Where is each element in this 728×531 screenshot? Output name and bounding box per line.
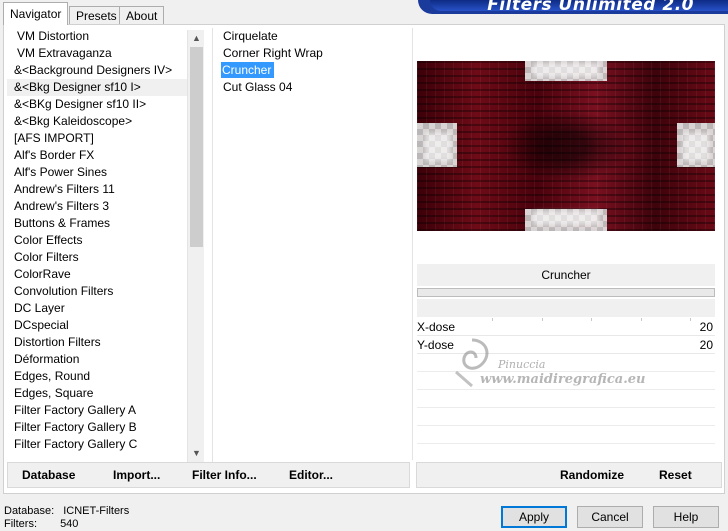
selected-filter-name: Cruncher: [417, 264, 715, 286]
right-toolbar: Randomize Reset: [416, 462, 722, 488]
status-database-label: Database:: [4, 505, 55, 517]
title-banner: Filters Unlimited 2.0: [418, 0, 728, 14]
progress-bar: [417, 288, 715, 297]
category-item[interactable]: &<Bkg Kaleidoscope>: [7, 113, 187, 130]
randomize-button[interactable]: Randomize: [560, 468, 624, 482]
param-value[interactable]: 20: [700, 318, 713, 336]
tab-strip: Navigator Presets About: [0, 0, 170, 25]
category-item[interactable]: ColorRave: [7, 266, 187, 283]
category-item[interactable]: &<Background Designers IV>: [7, 62, 187, 79]
category-item[interactable]: Filter Factory Gallery C: [7, 436, 187, 453]
watermark: Pinuccia www.maidiregrafica.eu: [442, 332, 672, 392]
category-item[interactable]: [AFS IMPORT]: [7, 130, 187, 147]
slider-ticks: [492, 318, 691, 322]
status-filters-value: 540: [60, 518, 79, 530]
preview-highlight: [533, 211, 599, 225]
filter-item-label: Cruncher: [221, 62, 275, 78]
filter-item-label: Cut Glass 04: [223, 80, 293, 94]
reset-button[interactable]: Reset: [659, 468, 692, 482]
filter-item-label: Corner Right Wrap: [223, 46, 323, 60]
tab-presets[interactable]: Presets: [69, 6, 124, 24]
category-item[interactable]: Alf's Power Sines: [7, 164, 187, 181]
tab-about[interactable]: About: [119, 6, 165, 24]
param-value[interactable]: 20: [700, 336, 713, 354]
category-item[interactable]: Edges, Round: [7, 368, 187, 385]
status-filters-label: Filters:: [4, 518, 37, 530]
category-item[interactable]: Déformation: [7, 351, 187, 368]
preview-highlight: [683, 133, 709, 161]
param-row-empty: [417, 408, 715, 426]
category-item[interactable]: Color Filters: [7, 249, 187, 266]
preview-image: [417, 61, 715, 231]
editor-button[interactable]: Editor...: [289, 468, 333, 482]
apply-button[interactable]: Apply: [501, 506, 567, 528]
cancel-button[interactable]: Cancel: [577, 506, 643, 528]
param-header: [417, 299, 715, 317]
category-item[interactable]: DC Layer: [7, 300, 187, 317]
category-item[interactable]: &<Bkg Designer sf10 I>: [7, 79, 187, 96]
watermark-name: Pinuccia: [498, 358, 546, 371]
param-row-empty: [417, 426, 715, 444]
status-database-row: Database: ICNET-Filters: [4, 505, 129, 518]
status-filters-row: Filters: 540: [4, 518, 129, 531]
category-scrollbar[interactable]: ▲ ▼: [187, 30, 204, 462]
category-item[interactable]: Filter Factory Gallery B: [7, 419, 187, 436]
status-area: Database: ICNET-Filters Filters: 540: [4, 505, 129, 531]
filter-item[interactable]: Corner Right Wrap: [213, 45, 410, 62]
left-toolbar: Database Import... Filter Info... Editor…: [7, 462, 410, 488]
scroll-up-icon[interactable]: ▲: [188, 30, 205, 47]
help-button[interactable]: Help: [653, 506, 719, 528]
filter-item[interactable]: Cruncher: [213, 62, 410, 79]
filter-info-button[interactable]: Filter Info...: [192, 468, 257, 482]
filter-item[interactable]: Cut Glass 04: [213, 79, 410, 96]
category-item[interactable]: &<BKg Designer sf10 II>: [7, 96, 187, 113]
param-row-empty: [417, 390, 715, 408]
status-database-value: ICNET-Filters: [63, 505, 130, 517]
preview-highlight: [533, 63, 599, 77]
category-item[interactable]: Distortion Filters: [7, 334, 187, 351]
category-item[interactable]: Alf's Border FX: [7, 147, 187, 164]
import-button[interactable]: Import...: [113, 468, 160, 482]
category-item[interactable]: Buttons & Frames: [7, 215, 187, 232]
watermark-url: www.maidiregrafica.eu: [480, 372, 646, 387]
category-item[interactable]: VM Distortion: [7, 28, 187, 45]
filter-item-label: Cirquelate: [223, 29, 278, 43]
scroll-thumb[interactable]: [190, 47, 203, 247]
category-item[interactable]: Edges, Square: [7, 385, 187, 402]
database-button[interactable]: Database: [22, 468, 75, 482]
category-item[interactable]: Andrew's Filters 3: [7, 198, 187, 215]
tab-navigator[interactable]: Navigator: [3, 2, 69, 25]
category-item[interactable]: DCspecial: [7, 317, 187, 334]
filter-item[interactable]: Cirquelate: [213, 28, 410, 45]
filter-list[interactable]: Cirquelate Corner Right Wrap Cruncher Cut G…: [212, 28, 410, 462]
category-item[interactable]: Convolution Filters: [7, 283, 187, 300]
category-item[interactable]: VM Extravaganza: [7, 45, 187, 62]
preview-highlight: [425, 133, 451, 161]
category-item[interactable]: Filter Factory Gallery A: [7, 402, 187, 419]
banner-title: Filters Unlimited 2.0: [487, 0, 694, 14]
scroll-down-icon[interactable]: ▼: [188, 445, 205, 462]
category-item[interactable]: Color Effects: [7, 232, 187, 249]
category-list[interactable]: VM Distortion VM Extravaganza &<Background…: [7, 28, 187, 458]
category-item[interactable]: Andrew's Filters 11: [7, 181, 187, 198]
